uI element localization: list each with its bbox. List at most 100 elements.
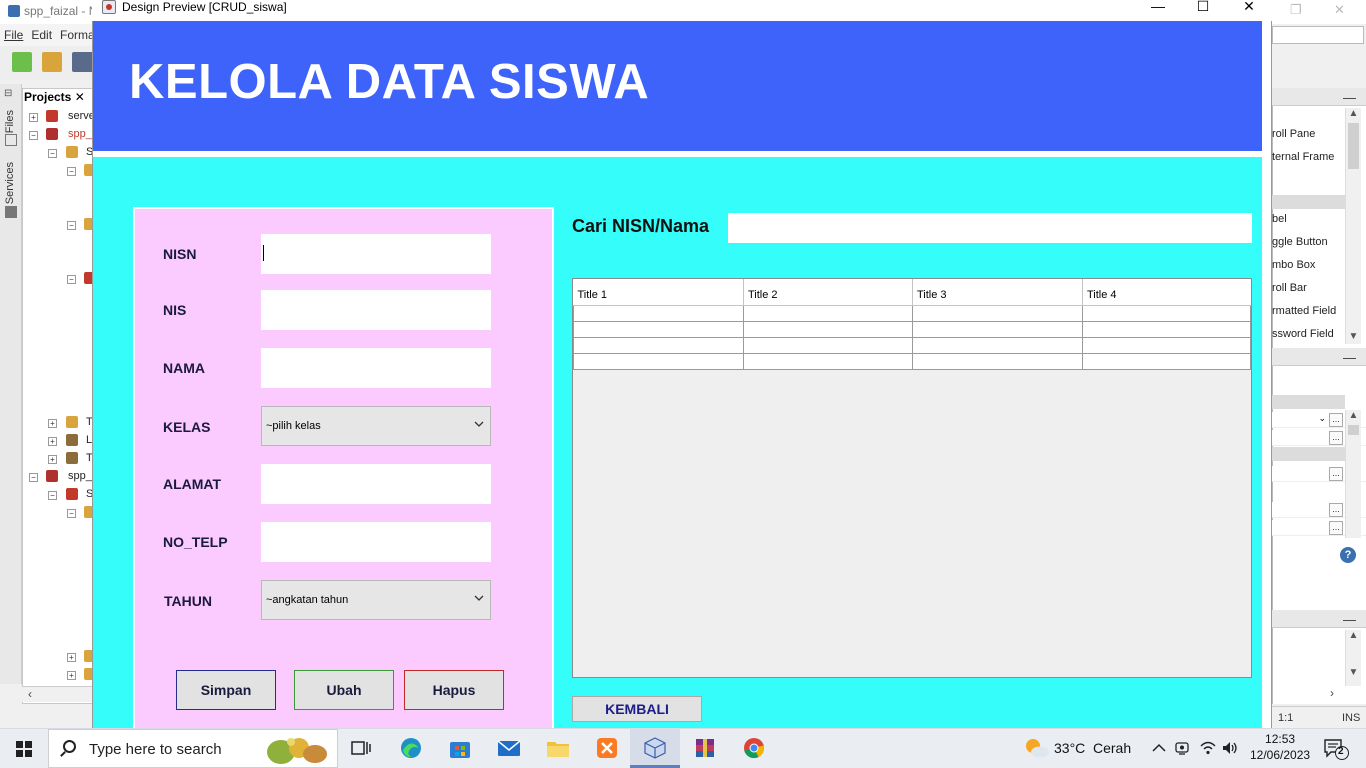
ubah-button[interactable]: Ubah (294, 670, 394, 710)
palette-item[interactable]: ssword Field (1272, 328, 1334, 340)
vertical-scrollbar[interactable]: ▲ ▼ (1345, 108, 1361, 344)
table-cell[interactable] (743, 304, 913, 322)
vertical-scrollbar[interactable]: ▲ ▼ (1345, 630, 1361, 686)
expand-icon[interactable]: + (48, 419, 57, 428)
start-button[interactable] (0, 728, 48, 768)
tab-projects[interactable]: Projects ✕ (24, 90, 85, 104)
palette-item[interactable]: rmatted Field (1272, 305, 1336, 317)
new-file-icon[interactable] (12, 52, 32, 72)
palette-item[interactable]: roll Pane (1272, 128, 1315, 140)
no-telp-field[interactable] (261, 522, 491, 562)
quick-search-input[interactable] (1272, 26, 1364, 44)
menu-format[interactable]: Forma (60, 28, 95, 46)
column-header[interactable]: Title 1 (573, 279, 744, 306)
table-cell[interactable] (1082, 304, 1251, 322)
table-cell[interactable] (1082, 336, 1251, 354)
table-cell[interactable] (912, 320, 1083, 338)
more-button[interactable]: ... (1329, 431, 1343, 445)
chrome-icon[interactable] (741, 736, 767, 760)
table-cell[interactable] (573, 304, 744, 322)
ide-close-icon[interactable]: ✕ (1334, 2, 1345, 18)
hapus-button[interactable]: Hapus (404, 670, 504, 710)
webcam-icon[interactable] (1174, 740, 1190, 756)
column-header[interactable]: Title 2 (743, 279, 913, 306)
collapse-icon[interactable]: − (48, 491, 57, 500)
tree-node[interactable]: serve (68, 110, 95, 122)
nama-field[interactable] (261, 348, 491, 388)
java-preview-icon[interactable] (642, 736, 668, 760)
palette-item[interactable]: ggle Button (1272, 236, 1328, 248)
horizontal-scrollbar[interactable]: ‹ (22, 686, 93, 702)
column-header[interactable]: Title 4 (1082, 279, 1251, 306)
taskbar-search[interactable]: Type here to search (48, 729, 338, 768)
column-header[interactable]: Title 3 (912, 279, 1083, 306)
minimize-icon[interactable]: ⊟ (4, 88, 12, 99)
table-row[interactable] (573, 320, 1251, 338)
close-button[interactable]: ✕ (1226, 0, 1272, 14)
minimize-icon[interactable]: — (1343, 612, 1356, 627)
new-project-icon[interactable] (42, 52, 62, 72)
table-cell[interactable] (573, 320, 744, 338)
open-project-icon[interactable] (72, 52, 93, 72)
table-row[interactable] (573, 304, 1251, 322)
simpan-button[interactable]: Simpan (176, 670, 276, 710)
table-cell[interactable] (743, 336, 913, 354)
more-button[interactable]: ... (1329, 413, 1343, 427)
table-row[interactable] (573, 352, 1251, 370)
volume-icon[interactable] (1221, 740, 1239, 756)
more-button[interactable]: ... (1329, 503, 1343, 517)
data-table[interactable]: Title 1 Title 2 Title 3 Title 4 (572, 278, 1252, 678)
palette-item[interactable]: mbo Box (1272, 259, 1315, 271)
collapse-icon[interactable]: − (67, 509, 76, 518)
wifi-icon[interactable] (1199, 740, 1217, 756)
kelas-select[interactable]: ~pilih kelas (261, 406, 491, 446)
task-view-icon[interactable] (348, 736, 374, 760)
edge-icon[interactable] (398, 736, 424, 760)
minimize-icon[interactable]: — (1343, 350, 1356, 365)
collapse-icon[interactable]: − (67, 275, 76, 284)
maximize-button[interactable]: ☐ (1180, 0, 1226, 14)
palette-item[interactable]: bel (1272, 213, 1287, 225)
ide-restore-icon[interactable]: ❐ (1290, 2, 1302, 18)
tab-services[interactable]: Services (4, 162, 16, 204)
xampp-icon[interactable] (594, 736, 620, 760)
collapse-icon[interactable]: − (48, 149, 57, 158)
notification-icon[interactable] (1322, 737, 1350, 761)
expand-icon[interactable]: + (67, 671, 76, 680)
weather-temp[interactable]: 33°C (1054, 740, 1085, 756)
vertical-scrollbar[interactable]: ▲ (1345, 410, 1361, 538)
menu-file[interactable]: File (4, 28, 23, 46)
nisn-field[interactable] (261, 234, 491, 274)
alamat-field[interactable] (261, 464, 491, 504)
mail-icon[interactable] (496, 736, 522, 760)
table-cell[interactable] (573, 336, 744, 354)
table-cell[interactable] (1082, 352, 1251, 370)
collapse-icon[interactable]: − (29, 473, 38, 482)
table-cell[interactable] (743, 352, 913, 370)
weather-text[interactable]: Cerah (1093, 740, 1131, 756)
table-cell[interactable] (743, 320, 913, 338)
expand-icon[interactable]: + (67, 653, 76, 662)
palette-item[interactable]: roll Bar (1272, 282, 1307, 294)
search-input[interactable] (728, 213, 1252, 243)
nis-field[interactable] (261, 290, 491, 330)
table-row[interactable] (573, 336, 1251, 354)
weather-icon[interactable] (1024, 737, 1050, 759)
help-icon[interactable]: ? (1340, 547, 1356, 563)
menu-edit[interactable]: Edit (31, 28, 52, 46)
expand-icon[interactable]: + (29, 113, 38, 122)
tahun-select[interactable]: ~angkatan tahun (261, 580, 491, 620)
winrar-icon[interactable] (692, 736, 718, 760)
more-button[interactable]: ... (1329, 467, 1343, 481)
expand-icon[interactable]: + (48, 437, 57, 446)
tab-files[interactable]: Files (4, 110, 16, 133)
table-cell[interactable] (912, 336, 1083, 354)
explorer-icon[interactable] (545, 736, 571, 760)
tree-node[interactable]: spp_ (68, 470, 92, 482)
palette-item[interactable]: ternal Frame (1272, 151, 1334, 163)
collapse-icon[interactable]: − (29, 131, 38, 140)
store-icon[interactable] (447, 736, 473, 760)
clock[interactable]: 12:53 12/06/2023 (1250, 731, 1310, 763)
scroll-right-icon[interactable]: › (1330, 686, 1334, 700)
table-cell[interactable] (573, 352, 744, 370)
